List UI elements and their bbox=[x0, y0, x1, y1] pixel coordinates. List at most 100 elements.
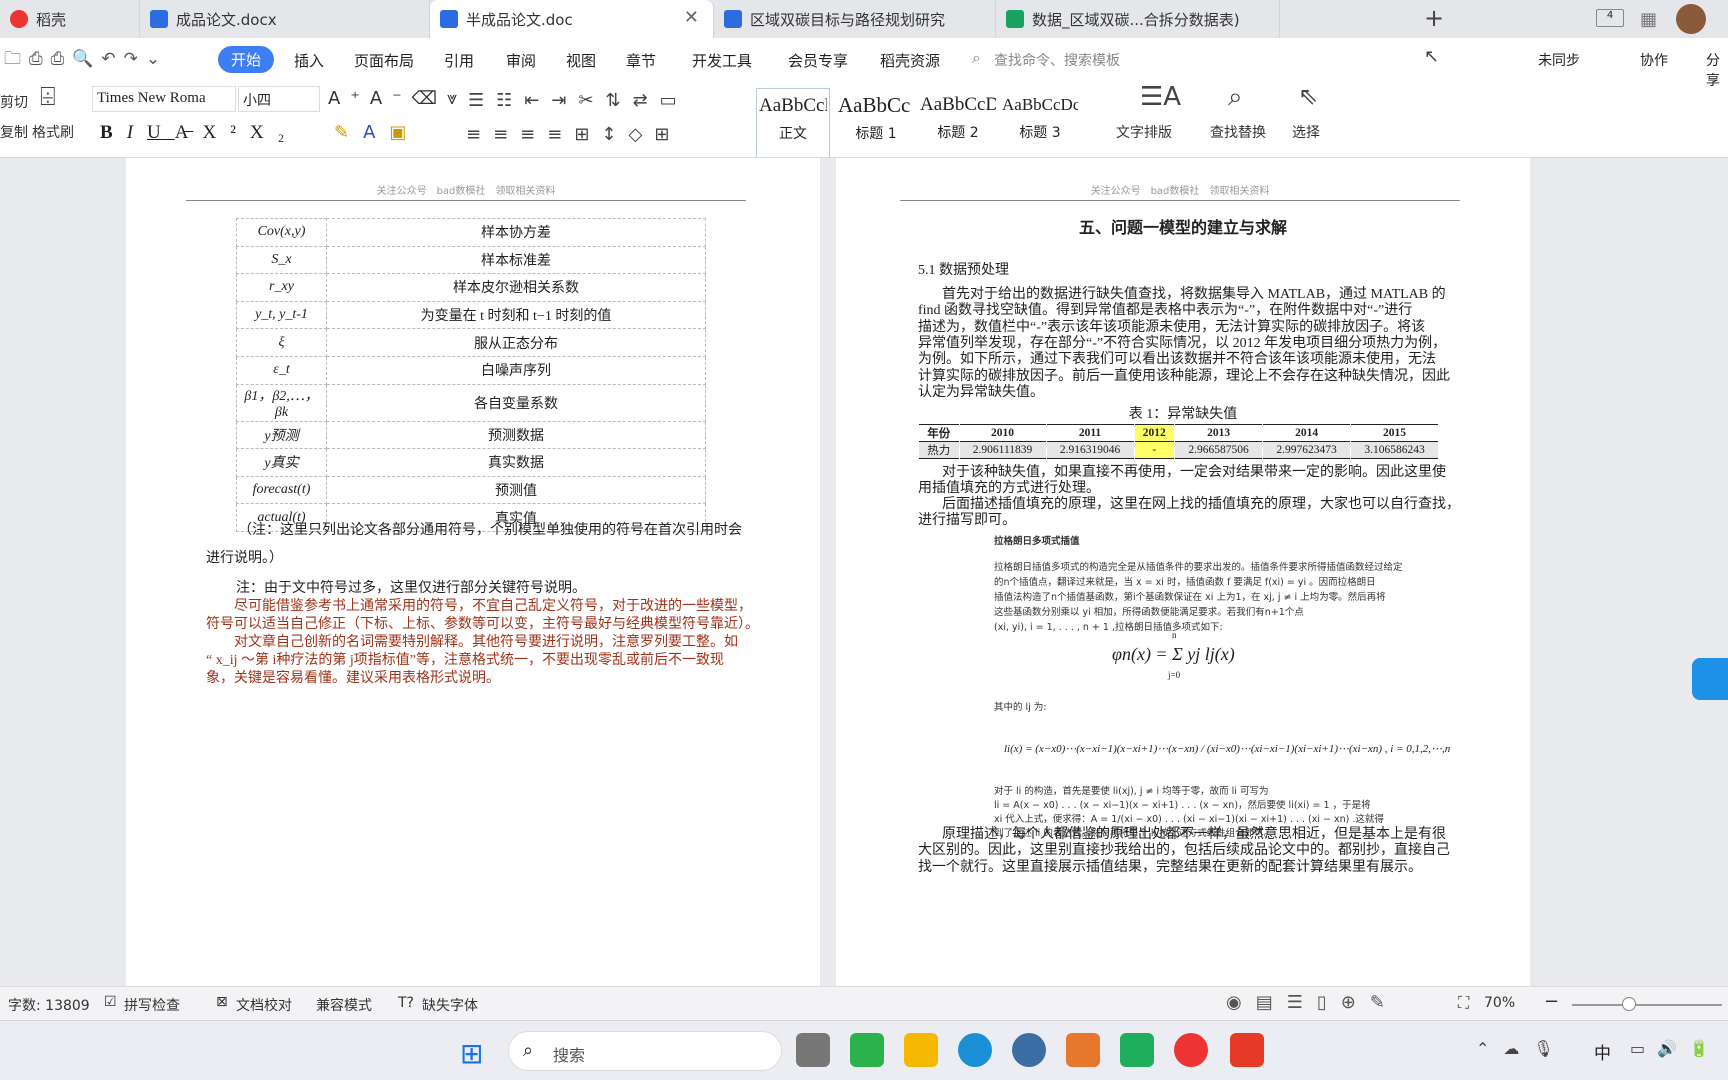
alignment-icons[interactable]: ≡≡≡≡⊞↕◇⊞ bbox=[466, 124, 681, 145]
table-header-cell: 2010 bbox=[958, 424, 1046, 442]
pycharm-icon[interactable] bbox=[1120, 1033, 1154, 1067]
cut-button[interactable]: 剪切 bbox=[0, 92, 28, 112]
table-header-cell: 2013 bbox=[1174, 424, 1263, 442]
table-row: S_x 样本标准差 bbox=[236, 245, 706, 275]
symbol-meaning: 各自变量系数 bbox=[326, 383, 706, 422]
format-painter-button[interactable]: 格式刷 bbox=[32, 122, 74, 142]
menu-view[interactable]: 视图 bbox=[566, 50, 596, 71]
symbol-meaning: 预测数据 bbox=[326, 420, 706, 450]
zoom-level[interactable]: 70% bbox=[1484, 995, 1515, 1011]
table-row: β1，β2,⋯，βk 各自变量系数 bbox=[236, 383, 706, 422]
netease-music-icon[interactable] bbox=[1174, 1033, 1208, 1067]
file-explorer-icon[interactable] bbox=[904, 1033, 938, 1067]
share-button[interactable]: 分享 bbox=[1706, 50, 1728, 90]
math-app-icon[interactable] bbox=[1012, 1033, 1046, 1067]
collab-button[interactable]: 协作 bbox=[1640, 50, 1668, 70]
tray-icons[interactable]: ⌃☁🎙 bbox=[1476, 1039, 1568, 1058]
table-header-cell: 年份 bbox=[918, 424, 960, 442]
avatar[interactable] bbox=[1676, 4, 1706, 34]
paragraph-icons[interactable]: ☰☷⇤⇥✂⇅⇄▭ bbox=[468, 90, 689, 111]
text-line: 大区别的。因此，这里别直接抄我给出的，包括后续成品论文中的。都别抄，直接自己 bbox=[918, 843, 1450, 859]
menu-home[interactable]: 开始 bbox=[218, 46, 275, 73]
tab-data-sheet[interactable]: 数据_区域双碳...合拆分数据表) bbox=[996, 0, 1280, 38]
windows-start-icon[interactable]: ⊞ bbox=[460, 1037, 483, 1070]
select-button[interactable]: 选择 bbox=[1292, 122, 1320, 142]
menu-review[interactable]: 审阅 bbox=[506, 50, 536, 71]
taskbar-search-label: 搜索 bbox=[553, 1046, 586, 1065]
symbol-meaning: 样本协方差 bbox=[326, 218, 706, 247]
style-label: 正文 bbox=[779, 126, 807, 142]
subsection-title: 5.1 数据预处理 bbox=[918, 263, 1009, 278]
cloud-icon[interactable] bbox=[1692, 658, 1728, 700]
table-cell: 3.106586243 bbox=[1350, 441, 1438, 459]
tab-region-carbon[interactable]: 区域双碳目标与路径规划研究 bbox=[714, 0, 996, 38]
note-red-1: 尽可能借鉴参考书上通常采用的符号，不宜自己乱定义符号，对于改进的一些模型， bbox=[234, 599, 752, 614]
close-icon[interactable]: ✕ bbox=[684, 7, 699, 28]
text-line: 首先对于给出的数据进行缺失值查找，将数据集导入 MATLAB，通过 MATLAB… bbox=[942, 287, 1446, 302]
quick-access-icons[interactable]: 🗀⎙⎙🔍↶↷⌄ bbox=[4, 46, 168, 75]
find-replace-button[interactable]: 查找替换 bbox=[1210, 122, 1266, 142]
sum-upper: n bbox=[1172, 630, 1177, 640]
text-layout-button[interactable]: 文字排版 bbox=[1116, 122, 1172, 142]
wps-icon[interactable] bbox=[1230, 1033, 1264, 1067]
menu-references[interactable]: 引用 bbox=[444, 50, 474, 71]
font-family-select[interactable]: Times New Roma bbox=[92, 86, 236, 112]
view-mode-icons[interactable]: ◉▤☰▯⊕✎ bbox=[1226, 992, 1399, 1013]
matlab-icon[interactable] bbox=[1066, 1033, 1100, 1067]
new-tab-button[interactable]: + bbox=[1424, 4, 1444, 32]
symbol-meaning: 样本标准差 bbox=[326, 245, 706, 275]
basis-formula: li(x) = (x−x0)⋯(x−xi−1)(x−xi+1)⋯(x−xn) /… bbox=[1004, 743, 1451, 755]
symbol-meaning: 为变量在 t 时刻和 t−1 时刻的值 bbox=[326, 300, 706, 330]
tab-docer[interactable]: 稻壳 bbox=[0, 0, 140, 38]
status-bar: 字数: 13809 ☑ 拼写检查 ⊠ 文档校对 兼容模式 T? 缺失字体 ◉▤☰… bbox=[0, 986, 1728, 1020]
tab-half-paper[interactable]: 半成品论文.doc ✕ bbox=[430, 0, 714, 38]
command-search-input[interactable]: 查找命令、搜索模板 bbox=[994, 50, 1120, 70]
symbol: y预测 bbox=[236, 420, 327, 450]
missing-font[interactable]: 缺失字体 bbox=[422, 995, 478, 1015]
zoom-slider[interactable] bbox=[1572, 1004, 1722, 1006]
table-row: ε_t 白噪声序列 bbox=[236, 355, 706, 385]
tab-finished-paper[interactable]: 成品论文.docx bbox=[140, 0, 568, 38]
text-line: 原理描述，每个人都借鉴的原理出处都不一样，虽然意思相近，但是基本上是有很 bbox=[942, 827, 1446, 842]
menu-docer[interactable]: 稻壳资源 bbox=[880, 50, 940, 71]
search-icon: ⌕ bbox=[972, 48, 981, 67]
tab-bar: 稻壳 成品论文.docx 半成品论文.doc ✕ 区域双碳目标与路径规划研究 数… bbox=[0, 0, 1728, 38]
section-title: 五、问题一模型的建立与求解 bbox=[1078, 220, 1287, 237]
menu-developer[interactable]: 开发工具 bbox=[692, 50, 752, 71]
word-count[interactable]: 字数: 13809 bbox=[8, 995, 90, 1015]
window-count-icon[interactable]: 4 bbox=[1596, 9, 1624, 27]
wps-writer-icon bbox=[440, 10, 458, 28]
sync-status[interactable]: 未同步 bbox=[1538, 50, 1580, 70]
task-view-icon[interactable] bbox=[796, 1033, 830, 1067]
copy-button[interactable]: 复制 bbox=[0, 122, 28, 142]
table-row: y预测 预测数据 bbox=[236, 420, 706, 450]
menu-member[interactable]: 会员专享 bbox=[788, 50, 848, 71]
menu-layout[interactable]: 页面布局 bbox=[354, 50, 414, 71]
style-sample: AaBbCcD bbox=[759, 95, 827, 116]
highlight-color-icons[interactable]: ✎A▣ bbox=[334, 122, 420, 143]
zoom-out-icon[interactable]: − bbox=[1544, 991, 1559, 1012]
font-size-select[interactable]: 小四 bbox=[238, 86, 320, 112]
menu-chapter[interactable]: 章节 bbox=[626, 50, 656, 71]
system-tray-icons[interactable]: ▭🔊🔋 bbox=[1630, 1039, 1721, 1058]
note-general-cont: 进行说明。） bbox=[206, 551, 283, 566]
table-row: y真实 真实数据 bbox=[236, 448, 706, 477]
edge-icon[interactable] bbox=[958, 1033, 992, 1067]
zoom-handle[interactable] bbox=[1622, 997, 1636, 1011]
wechat-icon[interactable] bbox=[850, 1033, 884, 1067]
taskbar-search[interactable]: ⌕ 搜索 bbox=[508, 1031, 782, 1071]
text-format-icons[interactable]: BIUA̶X²X₂ bbox=[100, 122, 298, 144]
text-line: (xi, yi), i = 1, . . . , n + 1 ,拉格朗日插值多项… bbox=[994, 622, 1223, 633]
lagrange-title: 拉格朗日多项式插值 bbox=[994, 536, 1080, 547]
font-grow-shrink-icons[interactable]: A⁺A⁻⌫⩔ bbox=[328, 88, 467, 109]
menu-insert[interactable]: 插入 bbox=[294, 50, 324, 71]
doc-proof[interactable]: 文档校对 bbox=[236, 995, 292, 1015]
table-row: r_xy 样本皮尔逊相关系数 bbox=[236, 273, 706, 302]
grid-icon[interactable]: ▦ bbox=[1640, 9, 1657, 30]
table-header-cell: 2014 bbox=[1262, 424, 1351, 442]
spell-check[interactable]: 拼写检查 bbox=[124, 995, 180, 1015]
ime-indicator[interactable]: 中 bbox=[1594, 1039, 1611, 1064]
fit-icon[interactable]: ⛶ bbox=[1458, 993, 1469, 1013]
symbol: Cov(x,y) bbox=[236, 218, 327, 247]
text-line: 进行描写即可。 bbox=[918, 513, 1016, 529]
